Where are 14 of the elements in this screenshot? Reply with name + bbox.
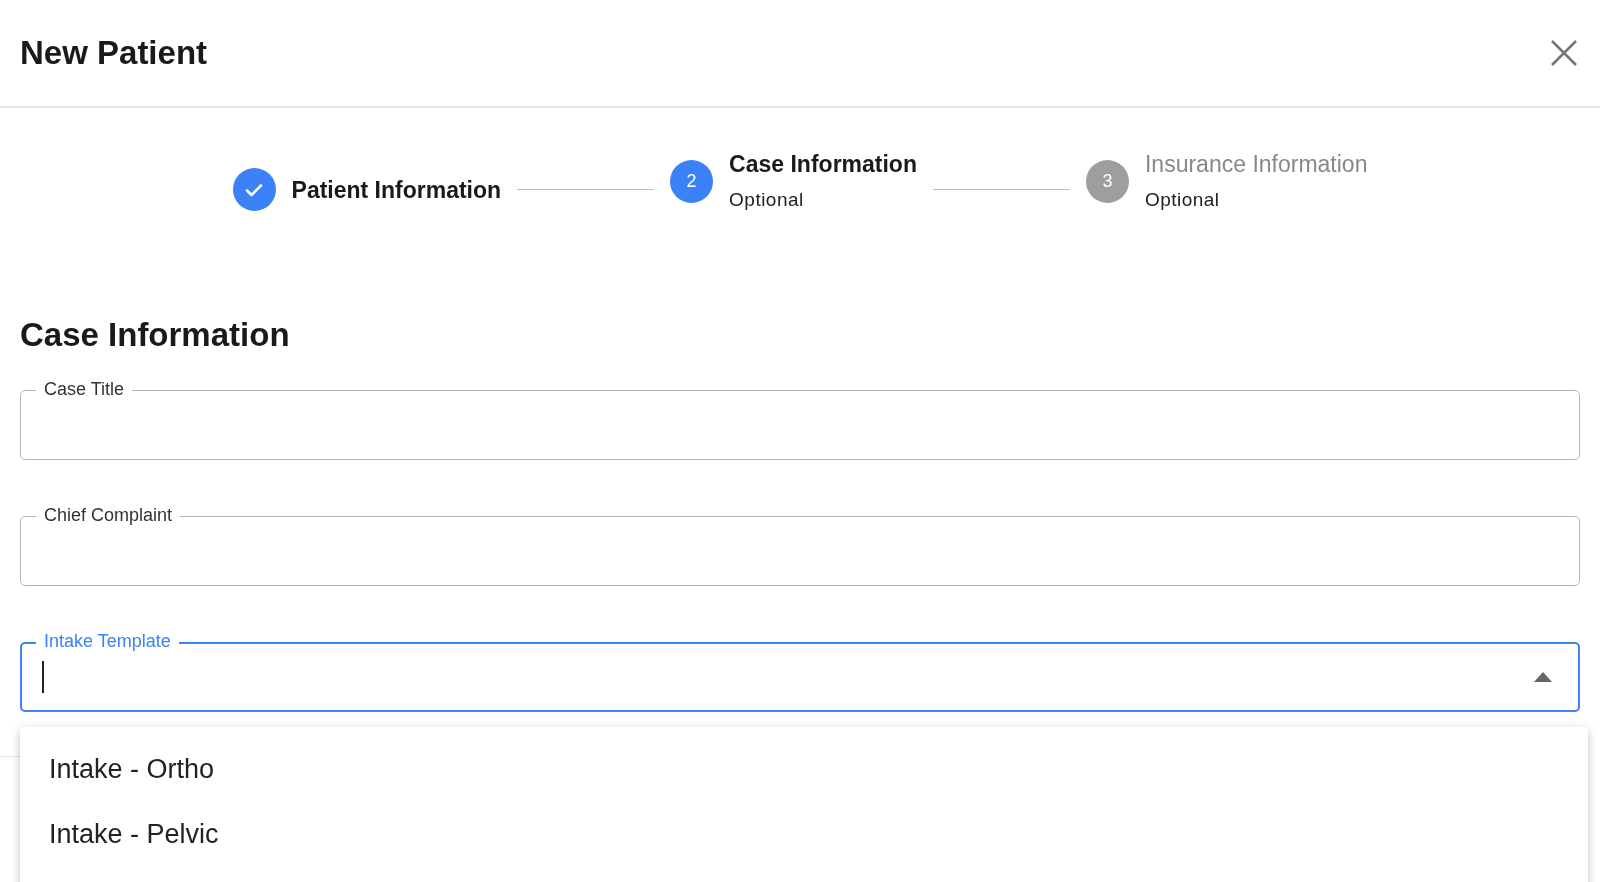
close-icon[interactable] <box>1550 39 1578 67</box>
step-caption: Optional <box>1145 188 1221 212</box>
step-caption: Optional <box>729 188 805 212</box>
step-label: Insurance Information <box>1145 150 1368 179</box>
caret-up-icon[interactable] <box>1534 671 1552 682</box>
dropdown-option[interactable]: Intake - Ortho <box>20 737 1588 802</box>
step-label: Case Information <box>729 150 917 179</box>
dialog-title: New Patient <box>20 33 208 74</box>
text-cursor <box>42 660 44 693</box>
step-number-badge: 3 <box>1086 159 1129 203</box>
step-number-badge: 2 <box>670 159 714 203</box>
step-label: Patient Information <box>291 175 502 205</box>
section-heading: Case Information <box>20 315 291 355</box>
dropdown-option[interactable]: Intake - Pelvic <box>20 802 1588 867</box>
